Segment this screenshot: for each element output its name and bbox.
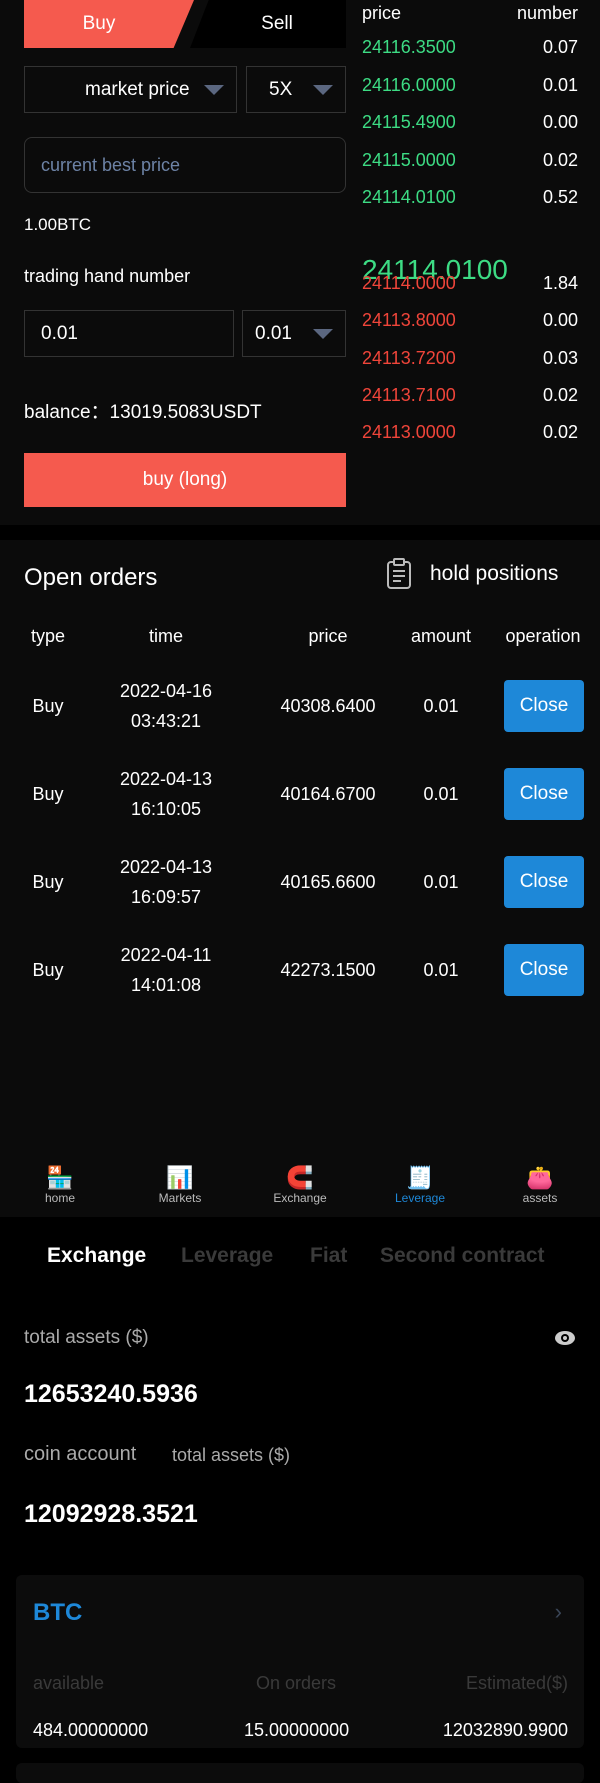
bid-row[interactable]: 24113.0000 0.02 bbox=[362, 422, 578, 443]
on-orders-label: On orders bbox=[256, 1673, 337, 1693]
order-type-select[interactable]: market price bbox=[24, 66, 237, 113]
leverage-select[interactable]: 5X bbox=[246, 66, 346, 113]
coin-card-btc[interactable]: BTC › available On orders Estimated($) 4… bbox=[16, 1575, 584, 1748]
open-orders-title: Open orders bbox=[24, 564, 158, 591]
nav-exchange[interactable]: 🧲 Exchange bbox=[240, 1165, 360, 1205]
nav-home[interactable]: 🏪 home bbox=[0, 1165, 120, 1205]
order-price: 40308.6400 bbox=[280, 696, 376, 716]
coin-account-value: 12092928.3521 bbox=[24, 1500, 198, 1528]
close-order-button[interactable]: Close bbox=[504, 944, 584, 996]
assets-tab[interactable]: Exchange bbox=[47, 1244, 146, 1268]
bid-row[interactable]: 24113.7200 0.03 bbox=[362, 348, 578, 369]
bid-row[interactable]: 24114.0000 1.84 bbox=[362, 273, 578, 294]
chart-icon: 📊 bbox=[166, 1165, 194, 1190]
ask-row[interactable]: 24116.0000 0.01 bbox=[362, 75, 578, 96]
amount-btc: 1.00BTC bbox=[24, 215, 92, 234]
column-header: operation bbox=[505, 626, 581, 646]
bid-row[interactable]: 24113.7100 0.02 bbox=[362, 385, 578, 406]
order-type: Buy bbox=[32, 784, 64, 804]
ask-row[interactable]: 24116.3500 0.07 bbox=[362, 37, 578, 58]
total-assets-label: total assets ($) bbox=[24, 1327, 149, 1348]
order-time: 2022-04-16 03:43:21 bbox=[119, 681, 213, 731]
wallet-icon: 👛 bbox=[526, 1165, 554, 1190]
order-type: Buy bbox=[32, 872, 64, 892]
balance: balance：13019.5083USDT bbox=[24, 402, 262, 423]
nav-leverage[interactable]: 🧾 Leverage bbox=[360, 1165, 480, 1205]
assets-tab[interactable]: Fiat bbox=[310, 1244, 347, 1268]
bid-row[interactable]: 24113.8000 0.00 bbox=[362, 310, 578, 331]
orderbook-header: price number bbox=[362, 3, 578, 23]
available-value: 484.00000000 bbox=[33, 1720, 149, 1740]
nav-assets[interactable]: 👛 assets bbox=[480, 1165, 600, 1205]
order-time: 2022-04-11 14:01:08 bbox=[120, 945, 212, 995]
order-amount: 0.01 bbox=[423, 696, 459, 716]
order-amount: 0.01 bbox=[423, 872, 459, 892]
order-type: Buy bbox=[32, 960, 64, 980]
hand-input[interactable]: 0.01 bbox=[24, 310, 234, 357]
ask-row[interactable]: 24115.0000 0.02 bbox=[362, 150, 578, 171]
buy-tab[interactable]: Buy bbox=[24, 0, 194, 48]
sell-tab[interactable]: Sell bbox=[190, 0, 346, 48]
order-price: 40164.6700 bbox=[280, 784, 376, 804]
order-price: 40165.6600 bbox=[280, 872, 376, 892]
column-header: amount bbox=[410, 626, 472, 646]
estimated-value: 12032890.9900 bbox=[442, 1720, 568, 1740]
close-order-button[interactable]: Close bbox=[504, 680, 584, 732]
magnet-icon: 🧲 bbox=[286, 1165, 314, 1190]
hand-select[interactable]: 0.01 bbox=[242, 310, 346, 357]
column-header: price bbox=[308, 626, 348, 646]
order-type: Buy bbox=[32, 696, 64, 716]
buy-long-button[interactable]: buy (long) bbox=[24, 453, 346, 507]
column-header: type bbox=[30, 626, 66, 646]
receipt-icon: 🧾 bbox=[406, 1165, 434, 1190]
coin-card[interactable] bbox=[16, 1763, 584, 1783]
estimated-label: Estimated($) bbox=[465, 1673, 568, 1693]
hand-label: trading hand number bbox=[24, 266, 191, 286]
eye-icon[interactable] bbox=[554, 1330, 576, 1346]
ask-row[interactable]: 24114.0100 0.52 bbox=[362, 187, 578, 208]
assets-tab[interactable]: Leverage bbox=[181, 1244, 273, 1268]
hold-positions-link[interactable]: hold positions bbox=[386, 558, 558, 590]
coin-total-label: total assets ($) bbox=[172, 1445, 291, 1465]
chevron-down-icon bbox=[313, 85, 333, 95]
order-price: 42273.1500 bbox=[280, 960, 376, 980]
order-time: 2022-04-13 16:10:05 bbox=[119, 769, 213, 819]
price-input[interactable] bbox=[24, 137, 346, 193]
available-label: available bbox=[33, 1673, 105, 1693]
column-header: time bbox=[148, 626, 184, 646]
nav-markets[interactable]: 📊 Markets bbox=[120, 1165, 240, 1205]
ask-row[interactable]: 24115.4900 0.00 bbox=[362, 112, 578, 133]
close-order-button[interactable]: Close bbox=[504, 856, 584, 908]
chevron-right-icon: › bbox=[554, 1599, 562, 1624]
order-amount: 0.01 bbox=[423, 784, 459, 804]
shop-icon: 🏪 bbox=[46, 1165, 74, 1190]
coin-name: BTC bbox=[33, 1599, 83, 1626]
assets-tab[interactable]: Second contract bbox=[380, 1244, 545, 1268]
trade-panel: Buy Sell market price 5X input::placehol… bbox=[0, 0, 600, 525]
chevron-down-icon bbox=[204, 85, 224, 95]
close-order-button[interactable]: Close bbox=[504, 768, 584, 820]
clipboard-icon bbox=[387, 558, 411, 589]
on-orders-value: 15.00000000 bbox=[244, 1720, 350, 1740]
order-amount: 0.01 bbox=[423, 960, 459, 980]
chevron-down-icon bbox=[313, 329, 333, 339]
coin-account-label: coin account bbox=[24, 1443, 137, 1465]
total-assets-value: 12653240.5936 bbox=[24, 1380, 198, 1408]
order-time: 2022-04-13 16:09:57 bbox=[119, 857, 213, 907]
